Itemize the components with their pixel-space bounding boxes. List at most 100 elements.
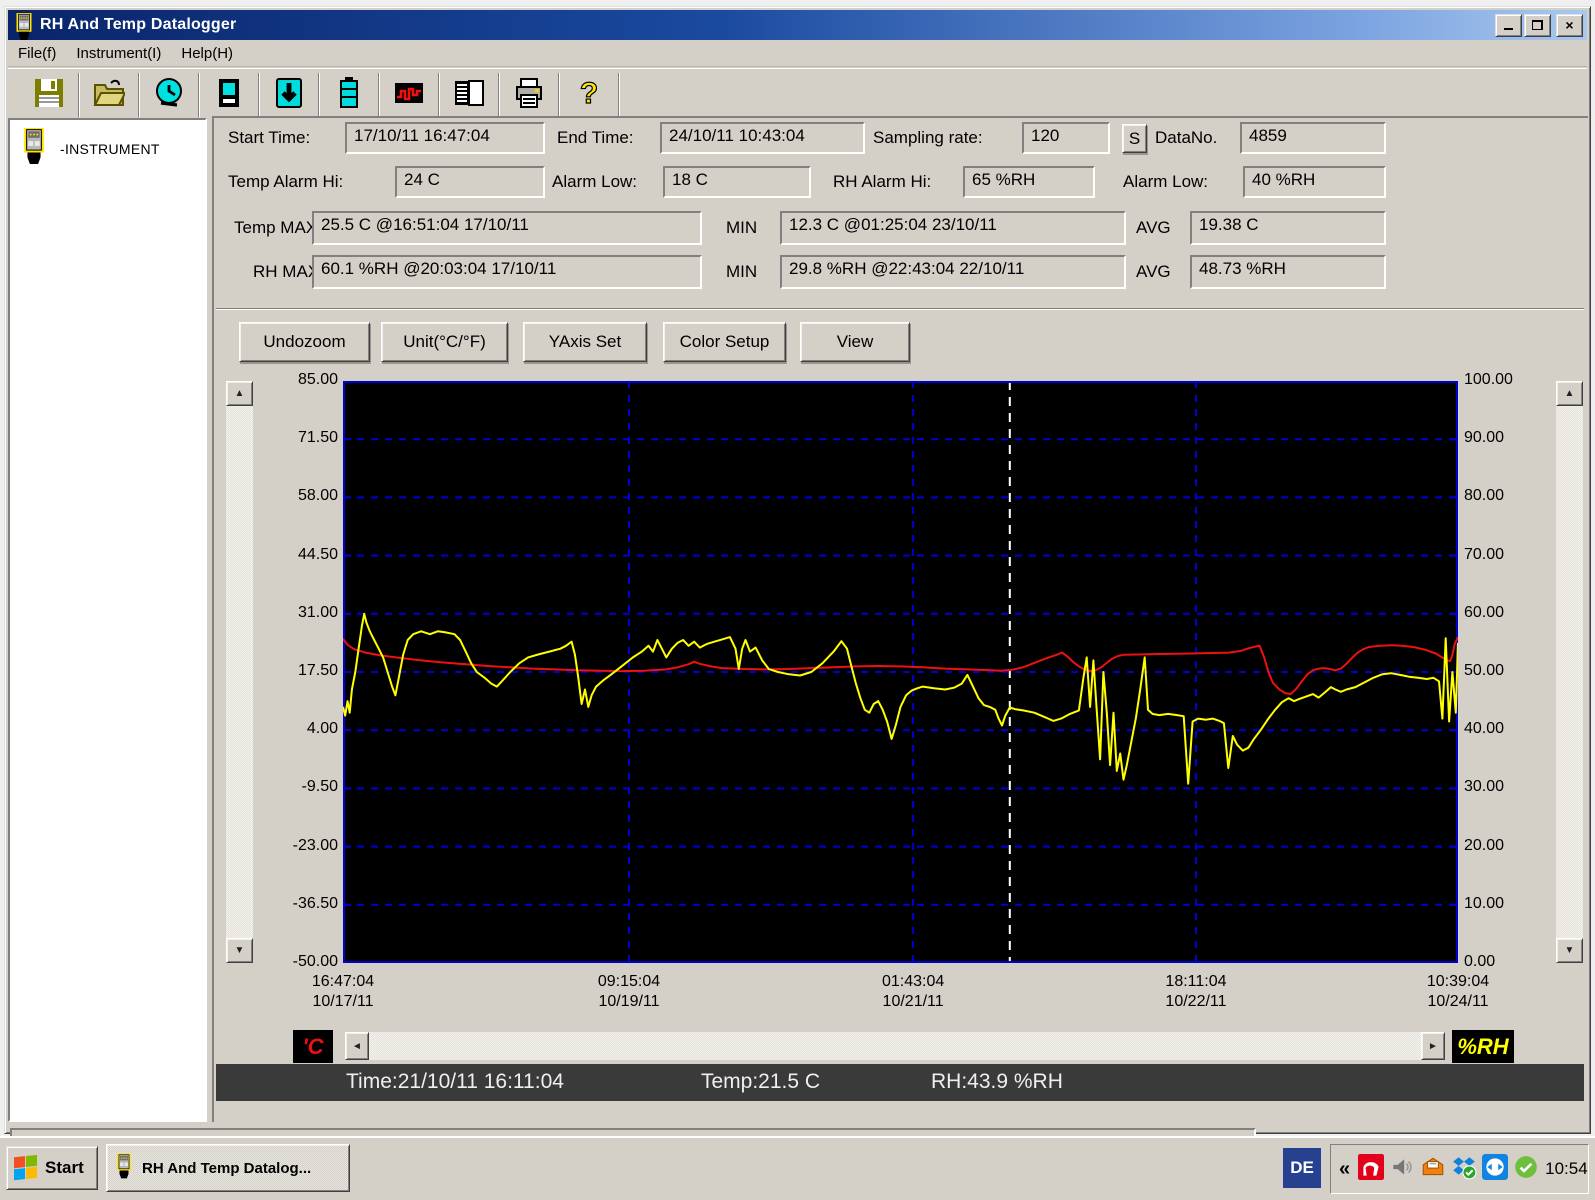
menu-help[interactable]: Help(H) [171, 42, 243, 65]
help-icon: ? [573, 77, 605, 114]
readout-time: Time:21/10/11 16:11:04 [346, 1070, 564, 1094]
left-axis-tick-label: 44.50 [298, 546, 338, 564]
toolbar-separator [438, 73, 440, 117]
right-axis-tick-label: 30.00 [1464, 778, 1504, 796]
save-icon [33, 77, 65, 114]
x-axis-tick-label: 09:15:0410/19/11 [598, 972, 660, 1012]
language-indicator[interactable]: DE [1283, 1148, 1321, 1188]
right-axis-tick-label: 100.00 [1464, 371, 1513, 389]
readout-temp: Temp:21.5 C [701, 1070, 820, 1094]
temp-alarm-low-label: Alarm Low: [552, 172, 637, 192]
arrow-up-icon: ▲ [235, 388, 245, 399]
left-axis-tick-label: 31.00 [298, 604, 338, 622]
tray-clock[interactable]: 10:54 [1545, 1159, 1588, 1179]
teamviewer-icon[interactable] [1482, 1154, 1508, 1185]
tray-expand-chevron[interactable]: « [1339, 1158, 1350, 1181]
mail-icon[interactable] [1420, 1154, 1446, 1185]
right-axis-tick-label: 20.00 [1464, 837, 1504, 855]
rh-alarm-hi-field: 65 %RH [963, 166, 1095, 198]
left-axis-tick-label: 4.00 [307, 720, 338, 738]
end-time-label: End Time: [557, 128, 634, 148]
view-button[interactable]: View [800, 322, 910, 362]
rh-alarm-low-field: 40 %RH [1243, 166, 1386, 198]
readout-rh: RH:43.9 %RH [931, 1070, 1063, 1094]
x-axis-tick-label: 01:43:0410/21/11 [882, 972, 944, 1012]
left-axis-tick-label: -36.50 [293, 895, 338, 913]
temp-avg-label: AVG [1136, 218, 1171, 238]
cursor-readout-bar: Time:21/10/11 16:11:04 Temp:21.5 C RH:43… [216, 1064, 1584, 1101]
app-icon [14, 13, 34, 37]
start-label: Start [45, 1158, 84, 1178]
menu-file[interactable]: File(f) [8, 42, 66, 65]
rh-max-field: 60.1 %RH @20:03:04 17/10/11 [312, 255, 702, 289]
log-button[interactable] [446, 73, 492, 117]
left-axis-tick-label: -9.50 [302, 778, 338, 796]
device-button[interactable] [206, 73, 252, 117]
right-axis-unit-badge: %RH [1452, 1030, 1514, 1063]
arrow-down-icon: ▼ [1565, 945, 1575, 956]
scroll-down-button[interactable]: ▼ [226, 938, 253, 963]
close-button[interactable]: × [1556, 14, 1583, 37]
left-y-scrollbar[interactable]: ▲ ▼ [226, 381, 253, 963]
start-time-field: 17/10/11 16:47:04 [345, 122, 545, 154]
taskbar-app-button[interactable]: RH And Temp Datalog... [106, 1144, 350, 1192]
toolbar-separator [558, 73, 560, 117]
skype-icon[interactable] [1513, 1154, 1539, 1185]
scroll-up-button[interactable]: ▲ [226, 381, 253, 406]
color-setup-button[interactable]: Color Setup [663, 322, 786, 362]
clock-button[interactable] [146, 73, 192, 117]
help-button[interactable]: ? [566, 73, 612, 117]
scroll-down-button[interactable]: ▼ [1556, 938, 1583, 963]
left-axis-tick-label: -23.00 [293, 837, 338, 855]
s-button[interactable]: S [1122, 124, 1147, 153]
toolbar: ? [8, 68, 1587, 121]
open-icon [93, 77, 125, 114]
right-axis-tick-label: 40.00 [1464, 720, 1504, 738]
waveform-button[interactable] [386, 73, 432, 117]
sampling-rate-field: 120 [1022, 122, 1110, 154]
left-axis-tick-label: 85.00 [298, 371, 338, 389]
toolbar-separator [498, 73, 500, 117]
x-axis-tick-label: 18:11:0410/22/11 [1165, 972, 1226, 1012]
scroll-right-button[interactable]: ► [1421, 1032, 1445, 1060]
temp-max-field: 25.5 C @16:51:04 17/10/11 [312, 211, 702, 245]
tree-item-instrument[interactable]: -INSTRUMENT [10, 120, 205, 169]
print-button[interactable] [506, 73, 552, 117]
toolbar-separator [78, 73, 80, 117]
desktop: RH And Temp Datalogger × File(f) Instrum… [0, 0, 1595, 1200]
volume-icon[interactable] [1389, 1154, 1415, 1185]
clock-icon [153, 77, 185, 114]
right-axis-tick-label: 80.00 [1464, 487, 1504, 505]
unit-button[interactable]: Unit(°C/°F) [381, 322, 508, 362]
x-axis-tick-label: 16:47:0410/17/11 [312, 972, 374, 1012]
left-axis-tick-label: 58.00 [298, 487, 338, 505]
right-y-scrollbar[interactable]: ▲ ▼ [1556, 381, 1583, 963]
chart-plot-area[interactable] [343, 381, 1458, 963]
device-icon [213, 77, 245, 114]
x-axis-tick-label: 10:39:0410/24/11 [1427, 972, 1489, 1012]
arrow-left-icon: ◄ [352, 1041, 362, 1052]
temp-avg-field: 19.38 C [1190, 211, 1386, 245]
yaxis-set-button[interactable]: YAxis Set [523, 322, 647, 362]
right-axis-tick-label: 90.00 [1464, 429, 1504, 447]
save-button[interactable] [26, 73, 72, 117]
datano-label: DataNo. [1155, 128, 1217, 148]
dropbox-icon[interactable] [1451, 1154, 1477, 1185]
right-axis-tick-label: 70.00 [1464, 546, 1504, 564]
left-axis-tick-label: -50.00 [293, 953, 338, 971]
left-axis-tick-label: 71.50 [298, 429, 338, 447]
avira-icon[interactable] [1358, 1154, 1384, 1185]
temp-min-label: MIN [726, 218, 757, 238]
tray-icons [1358, 1154, 1539, 1185]
scroll-left-button[interactable]: ◄ [345, 1032, 369, 1060]
scroll-up-button[interactable]: ▲ [1556, 381, 1583, 406]
open-button[interactable] [86, 73, 132, 117]
rh-min-field: 29.8 %RH @22:43:04 22/10/11 [780, 255, 1126, 289]
system-tray: « 10:54 [1330, 1144, 1589, 1194]
sampling-rate-label: Sampling rate: [873, 128, 983, 148]
start-button[interactable]: Start [6, 1146, 98, 1190]
chart-canvas[interactable] [343, 381, 1458, 963]
time-scrollbar[interactable]: ◄ ► [345, 1032, 1445, 1060]
menu-instrument[interactable]: Instrument(I) [66, 42, 171, 65]
title-bar[interactable]: RH And Temp Datalogger × [8, 10, 1587, 40]
